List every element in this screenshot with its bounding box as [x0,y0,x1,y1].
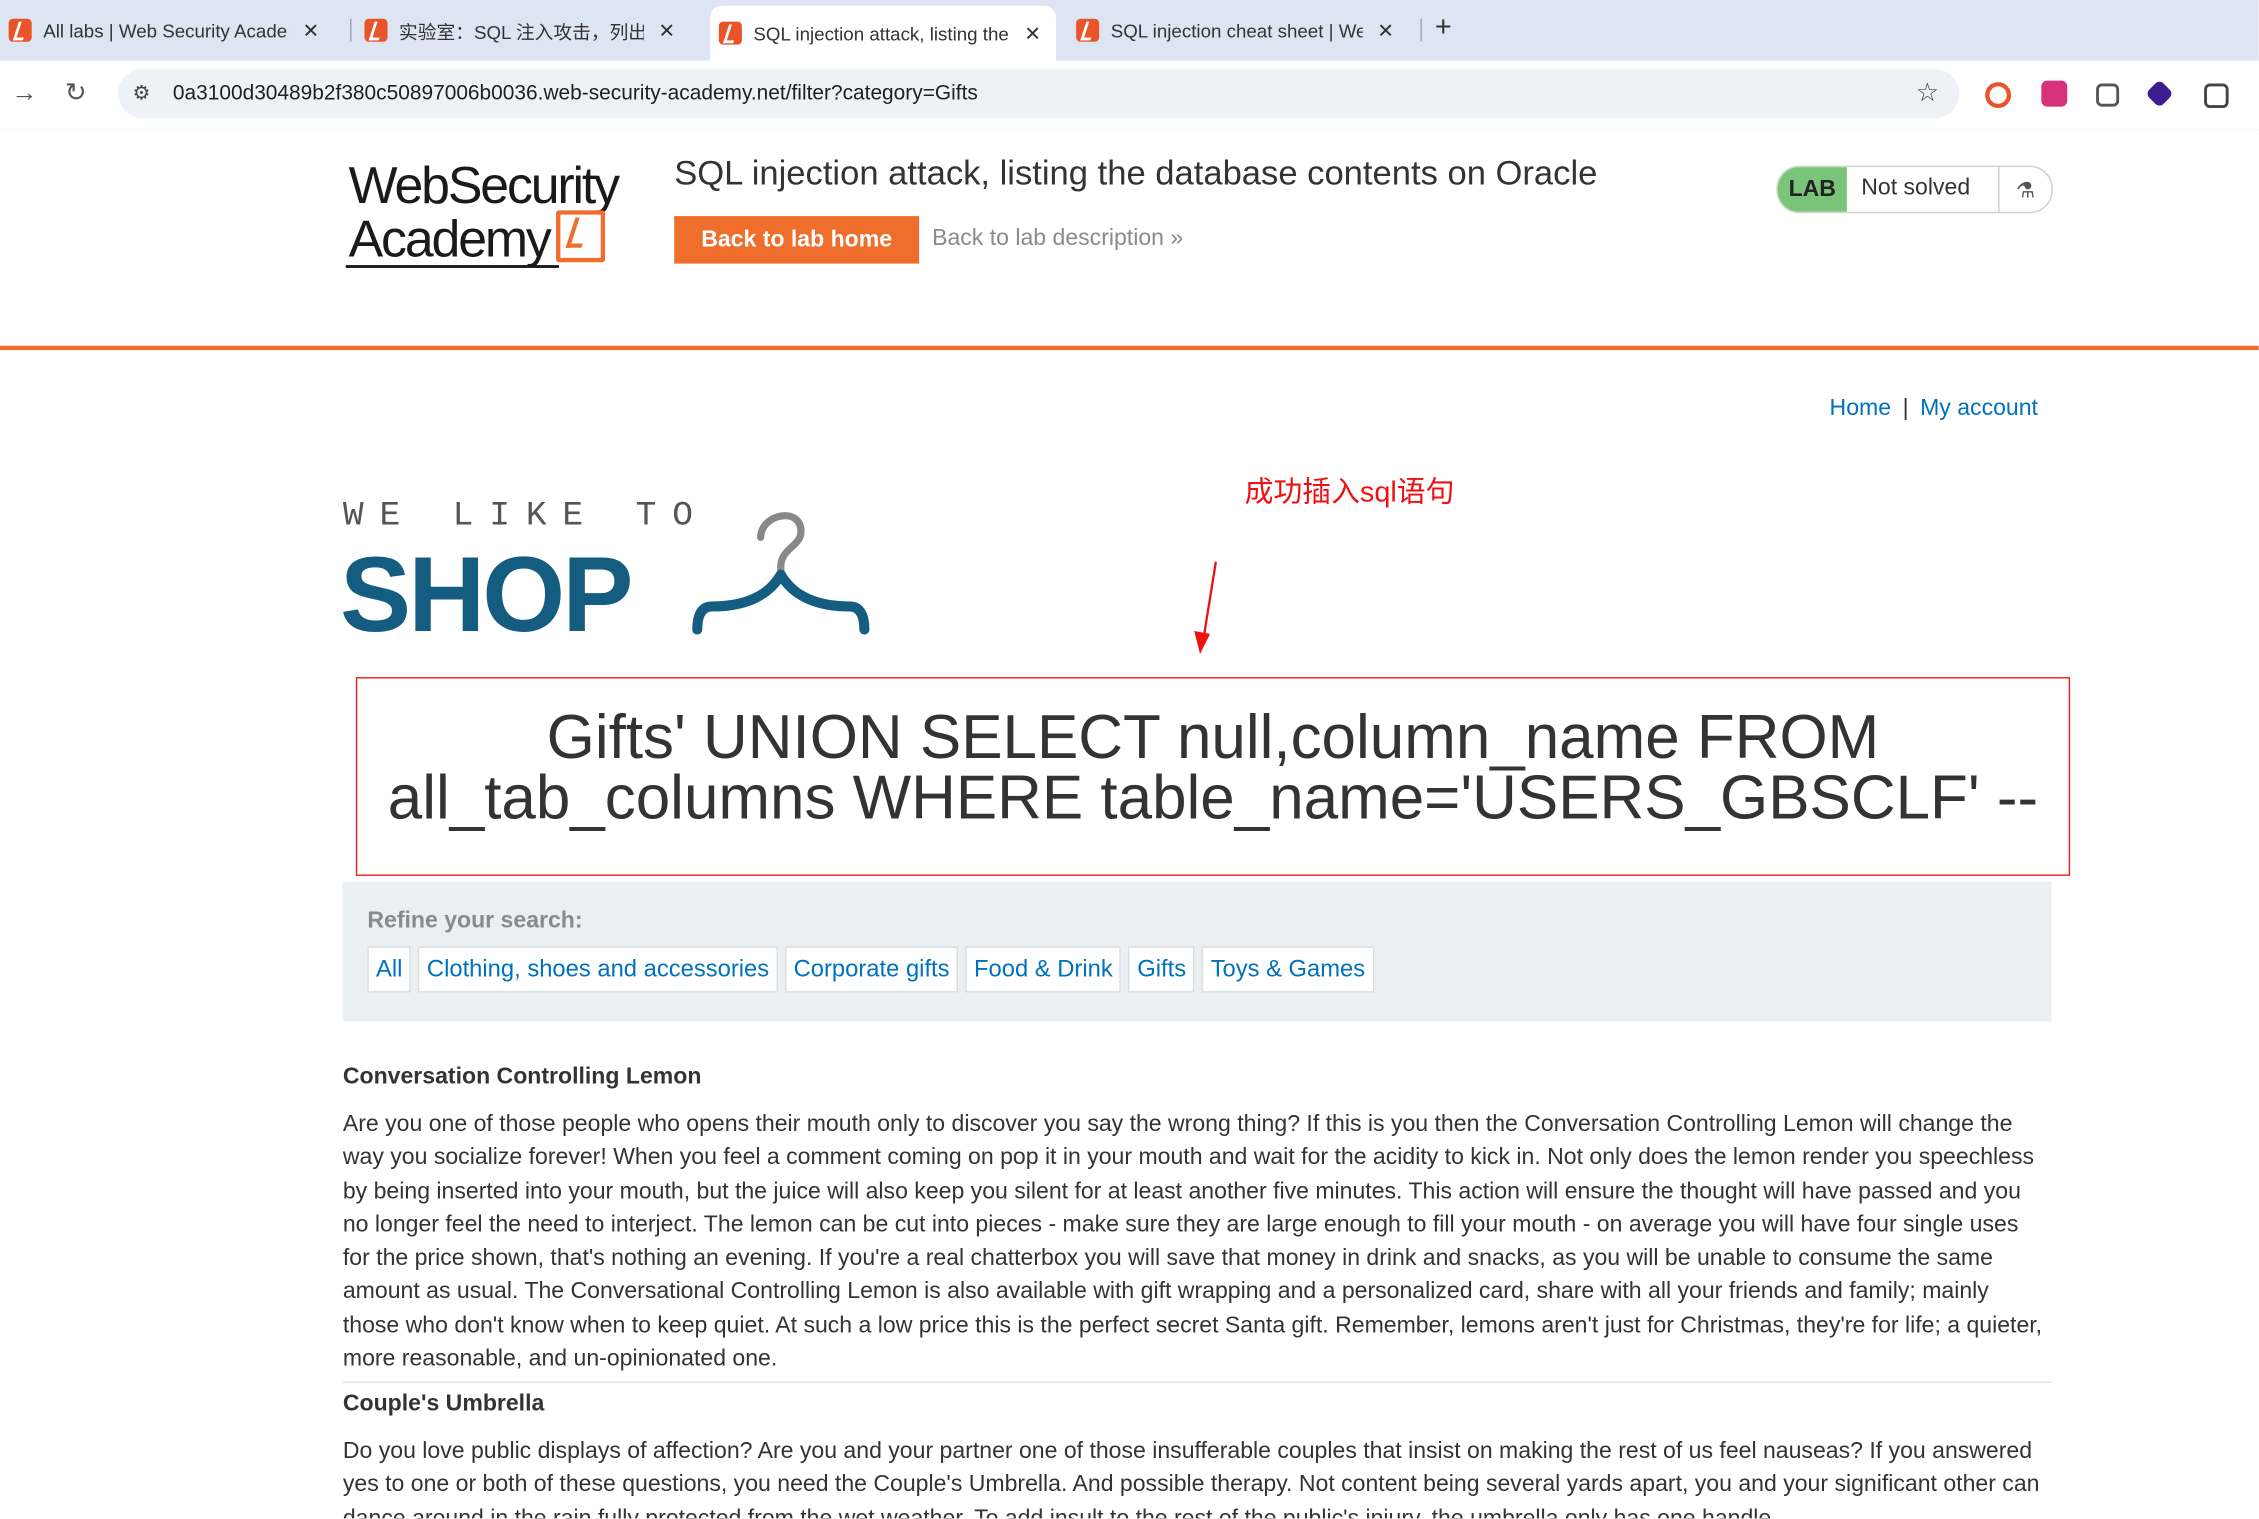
tab-label: SQL injection attack, listing the databa… [753,22,1009,44]
lightning-icon [555,210,605,263]
portswigger-icon [364,18,388,42]
product-name: Couple's Umbrella [342,1391,545,1417]
lab-status-widget: LAB Not solved ⚗ [1776,165,2053,214]
annotation-arrow-icon [1194,561,1218,655]
lab-title: SQL injection attack, listing the databa… [674,154,1598,194]
back-to-lab-description-link[interactable]: Back to lab description » [932,226,1183,252]
logo-underline [345,265,559,268]
portswigger-icon [8,18,32,42]
filter-food-drink[interactable]: Food & Drink [965,946,1122,993]
product-item: Conversation Controlling Lemon Are you o… [343,1065,2052,1377]
hanger-icon [692,512,870,635]
lab-badge: LAB [1777,167,1847,212]
tab-bar: All labs | Web Security Academy ✕ 实验室：SQ… [0,0,2259,61]
site-info-icon[interactable]: ⚙ [133,81,151,105]
shop-logo-title: SHOP [339,534,633,655]
category-title: Gifts' UNION SELECT null,column_name FRO… [357,703,2068,833]
translate-extension-icon[interactable] [2041,80,2068,107]
shop-logo-tagline: WE LIKE TO [342,497,709,536]
category-title-line-1: Gifts' UNION SELECT null,column_name FRO… [546,703,1880,773]
url-text[interactable]: 0a3100d30489b2f380c50897006b0036.web-sec… [173,82,978,105]
top-navigation: Home | My account [1830,396,2038,422]
back-to-lab-home-button[interactable]: Back to lab home [674,216,920,264]
reload-icon[interactable]: ↻ [65,78,87,108]
back-description-label: Back to lab description [932,226,1164,251]
filter-corporate-gifts[interactable]: Corporate gifts [784,946,959,993]
address-bar-row: → ↻ ⚙ 0a3100d30489b2f380c50897006b0036.w… [0,60,2259,132]
filter-toys-games[interactable]: Toys & Games [1201,946,1374,993]
extension-icon[interactable] [2145,79,2174,108]
tab-label: SQL injection cheat sheet | Web Security… [1110,19,1363,42]
chevron-right-icon: » [1170,226,1184,251]
extensions-puzzle-icon[interactable] [2204,83,2229,109]
my-account-link[interactable]: My account [1920,396,2038,420]
logo-line-2: Academy [349,210,618,264]
tab-label: 实验室：SQL 注入攻击，列出 Oracle 上的数据库内容 [399,20,644,43]
bookmark-star-icon[interactable]: ☆ [1916,78,1939,108]
refine-search-panel: Refine your search: All Clothing, shoes … [342,881,2052,1022]
category-title-line-2: all_tab_columns WHERE table_name='USERS_… [387,763,2039,833]
portswigger-icon [718,21,742,45]
new-tab-button[interactable]: + [1435,12,1452,45]
category-filters: All Clothing, shoes and accessories Corp… [367,946,1381,993]
tab-separator [350,18,352,42]
logo-line-2-text: Academy [348,208,552,268]
flask-icon: ⚗ [1998,167,2051,212]
filter-gifts[interactable]: Gifts [1128,946,1195,993]
tab-chinese-lab[interactable]: 实验室：SQL 注入攻击，列出 Oracle 上的数据库内容 ✕ [356,9,702,52]
annotation-text: 成功插入sql语句 [1244,476,1455,509]
filter-all[interactable]: All [367,946,412,993]
product-description: Are you one of those people who opens th… [342,1112,2043,1372]
status-badge: Not solved [1861,175,1971,201]
close-icon[interactable]: ✕ [303,18,320,42]
product-item: Couple's Umbrella Do you love public dis… [343,1392,2052,1519]
tab-label: All labs | Web Security Academy [43,19,289,42]
home-link[interactable]: Home [1830,396,1891,420]
tab-sql-injection-active[interactable]: SQL injection attack, listing the databa… [710,5,1056,61]
extension-icon[interactable] [2096,83,2120,107]
portswigger-icon [1076,18,1100,42]
logo-line-1: WebSecurity [348,155,620,215]
product-divider [342,1381,2052,1383]
category-title-box: Gifts' UNION SELECT null,column_name FRO… [355,677,2071,876]
extension-icon[interactable] [1985,82,2012,109]
address-bar[interactable]: ⚙ 0a3100d30489b2f380c50897006b0036.web-s… [118,69,1960,119]
refine-search-label: Refine your search: [367,909,583,934]
web-security-academy-logo[interactable]: WebSecurity Academy [348,155,620,264]
close-icon[interactable]: ✕ [1024,21,1041,45]
tab-separator [1420,18,1422,42]
close-icon[interactable]: ✕ [658,18,675,42]
close-icon[interactable]: ✕ [1377,18,1394,42]
product-description: Do you love public displays of affection… [342,1439,2040,1518]
filter-clothing[interactable]: Clothing, shoes and accessories [418,946,778,993]
tab-cheat-sheet[interactable]: SQL injection cheat sheet | Web Security… [1067,9,1413,52]
forward-icon[interactable]: → [12,78,38,108]
browser-window: All labs | Web Security Academy ✕ 实验室：SQ… [0,0,2259,1519]
nav-separator: | [1902,396,1909,421]
tab-all-labs[interactable]: All labs | Web Security Academy ✕ [0,9,346,52]
product-name: Conversation Controlling Lemon [342,1064,702,1090]
lab-header: WebSecurity Academy SQL injection attack… [0,129,2259,351]
